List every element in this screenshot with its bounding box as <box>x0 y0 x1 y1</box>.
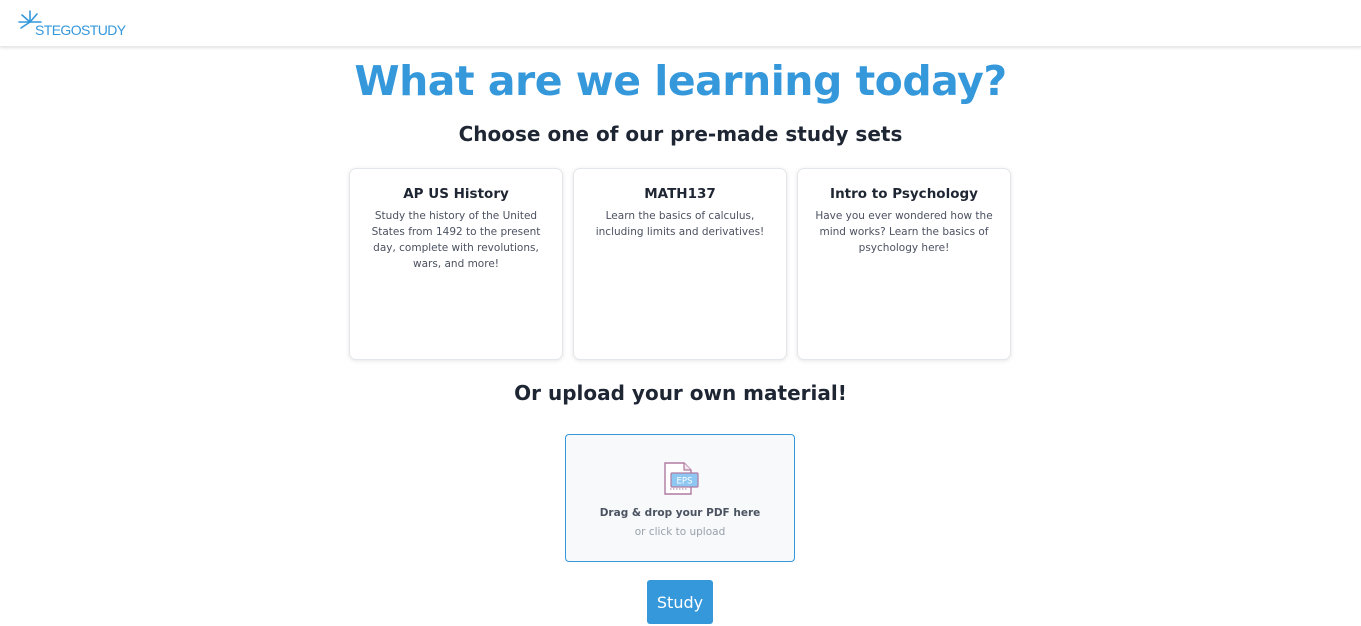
top-navbar: STEGOSTUDY <box>0 0 1361 47</box>
eps-file-label: EPS <box>677 477 693 487</box>
study-set-card-ap-us-history[interactable]: AP US History Study the history of the U… <box>349 168 563 360</box>
study-button[interactable]: Study <box>647 580 713 624</box>
card-description: Study the history of the United States f… <box>371 210 541 270</box>
card-title: AP US History <box>403 186 509 202</box>
upload-heading: Or upload your own material! <box>514 381 847 405</box>
dropzone-secondary-text: or click to upload <box>634 526 726 538</box>
eps-file-icon: EPS <box>664 462 699 495</box>
page-title: What are we learning today? <box>354 57 1007 105</box>
stegostudy-logo[interactable]: STEGOSTUDY <box>17 9 126 38</box>
pdf-upload-dropzone[interactable]: EPS Drag & drop your PDF here or click t… <box>565 434 795 562</box>
study-set-card-intro-to-psychology[interactable]: Intro to Psychology Have you ever wonder… <box>797 168 1011 360</box>
card-title: Intro to Psychology <box>830 186 978 202</box>
premade-sets-heading: Choose one of our pre-made study sets <box>458 122 903 146</box>
card-title: MATH137 <box>644 186 716 202</box>
card-description: Learn the basics of calculus, including … <box>595 210 765 238</box>
dropzone-primary-text: Drag & drop your PDF here <box>599 507 761 519</box>
logo-text: STEGOSTUDY <box>35 22 126 38</box>
card-description: Have you ever wondered how the mind work… <box>815 210 993 254</box>
study-set-card-math137[interactable]: MATH137 Learn the basics of calculus, in… <box>573 168 787 360</box>
study-set-cards: AP US History Study the history of the U… <box>349 168 1011 360</box>
